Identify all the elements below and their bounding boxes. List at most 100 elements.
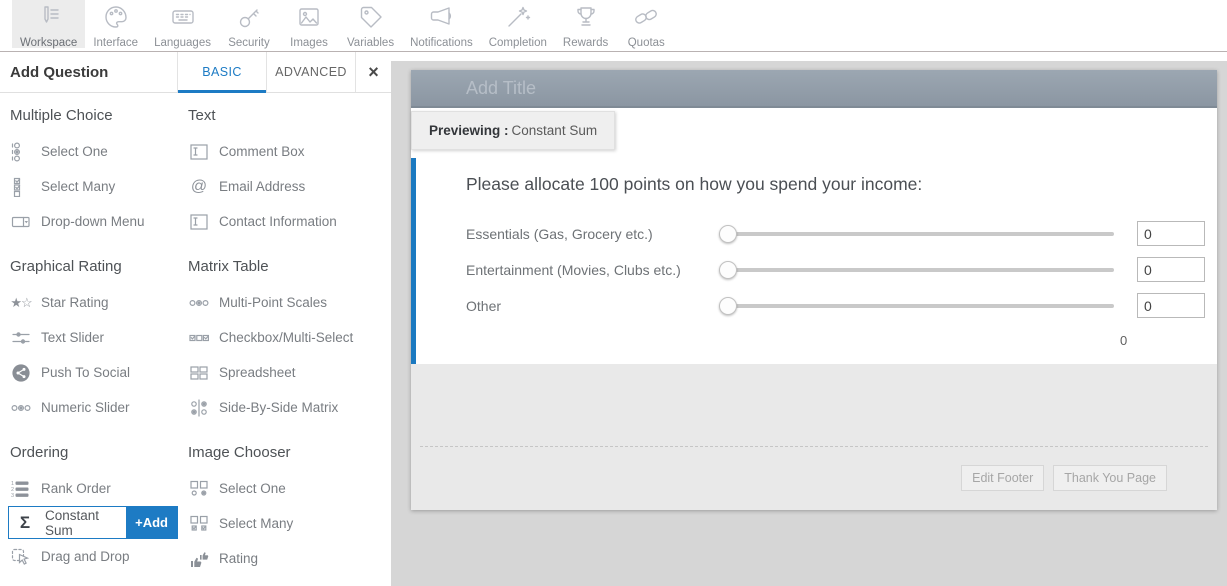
toolbar-item-security[interactable]: Security: [219, 0, 279, 48]
thumbs-rating-icon: [188, 549, 210, 569]
slider-track[interactable]: [719, 297, 1114, 315]
slider-thumb[interactable]: [719, 225, 737, 243]
question-type-spreadsheet[interactable]: Spreadsheet: [186, 355, 391, 390]
tab-advanced[interactable]: ADVANCED: [266, 52, 355, 92]
toolbar-item-variables[interactable]: Variables: [339, 0, 402, 48]
survey-card: Add Title Previewing :Constant Sum Pleas…: [411, 70, 1217, 510]
toolbar-item-label: Workspace: [20, 37, 77, 49]
question-type-multi-point-scales[interactable]: Multi-Point Scales: [186, 285, 391, 320]
question-type-label: Checkbox/Multi-Select: [219, 330, 353, 345]
question-type-checkbox-multi-select[interactable]: Checkbox/Multi-Select: [186, 320, 391, 355]
thank-you-page-button[interactable]: Thank You Page: [1053, 465, 1167, 491]
question-type-star-rating[interactable]: ★☆ Star Rating: [8, 285, 184, 320]
section-image-chooser: Image Chooser Select One Select Many Rat…: [186, 444, 391, 576]
question-type-constant-sum-selected[interactable]: Σ Constant Sum +Add: [8, 506, 178, 539]
toolbar-item-workspace[interactable]: Workspace: [12, 0, 85, 48]
toolbar-item-languages[interactable]: Languages: [146, 0, 219, 48]
question-type-side-by-side-matrix[interactable]: Side-By-Side Matrix: [186, 390, 391, 425]
survey-card-footer: Edit Footer Thank You Page: [411, 364, 1217, 510]
toolbar-item-rewards[interactable]: Rewards: [555, 0, 616, 48]
rewards-icon: [573, 4, 599, 35]
question-type-label: Multi-Point Scales: [219, 295, 327, 310]
select-many-icon: [10, 177, 32, 197]
question-type-drag-and-drop[interactable]: Drag and Drop: [8, 539, 184, 574]
toolbar-item-notifications[interactable]: Notifications: [402, 0, 481, 48]
slider-track[interactable]: [719, 225, 1114, 243]
question-type-email-address[interactable]: @ Email Address: [186, 169, 391, 204]
edit-footer-button[interactable]: Edit Footer: [961, 465, 1044, 491]
previewing-label: Previewing :: [429, 123, 509, 138]
survey-card-body: Previewing :Constant Sum Please allocate…: [411, 108, 1217, 364]
question-row: Essentials (Gas, Grocery etc.): [466, 221, 1205, 246]
question-type-comment-box[interactable]: Comment Box: [186, 134, 391, 169]
comment-box-icon: [188, 142, 210, 162]
survey-title-bar[interactable]: Add Title: [411, 70, 1217, 108]
question-type-numeric-slider[interactable]: Numeric Slider: [8, 390, 184, 425]
numeric-slider-icon: [10, 398, 32, 418]
star-rating-icon: ★☆: [10, 293, 32, 313]
canvas-top-strip: [391, 52, 1227, 61]
dropdown-menu-icon: [10, 212, 32, 232]
rank-order-icon: 123: [10, 479, 32, 499]
points-input[interactable]: [1137, 221, 1205, 246]
section-heading: Text: [188, 107, 391, 124]
question-type-rank-order[interactable]: 123 Rank Order: [8, 471, 184, 506]
add-question-button[interactable]: +Add: [126, 507, 177, 538]
variables-icon: [358, 4, 384, 35]
row-label: Entertainment (Movies, Clubs etc.): [466, 262, 719, 278]
section-matrix-table: Matrix Table Multi-Point Scales Checkbox…: [186, 258, 391, 425]
toolbar-item-images[interactable]: Images: [279, 0, 339, 48]
constant-sum-question: Please allocate 100 points on how you sp…: [411, 158, 1217, 364]
languages-icon: [170, 4, 196, 35]
toolbar-item-interface[interactable]: Interface: [85, 0, 146, 48]
question-type-label: Drop-down Menu: [41, 214, 145, 229]
question-type-image-select-many[interactable]: Select Many: [186, 506, 391, 541]
question-type-label: Drag and Drop: [41, 549, 130, 564]
tab-basic[interactable]: BASIC: [177, 52, 266, 92]
toolbar-item-label: Languages: [154, 37, 211, 49]
close-icon[interactable]: ×: [355, 52, 391, 92]
question-type-label: Text Slider: [41, 330, 104, 345]
points-input[interactable]: [1137, 257, 1205, 282]
question-type-contact-information[interactable]: Contact Information: [186, 204, 391, 239]
question-type-text-slider[interactable]: Text Slider: [8, 320, 184, 355]
security-icon: [236, 4, 262, 35]
workspace-icon: [36, 4, 62, 35]
question-row: Other: [466, 293, 1205, 318]
panel-title: Add Question: [0, 52, 177, 92]
image-select-many-icon: [188, 514, 210, 534]
question-type-push-to-social[interactable]: Push To Social: [8, 355, 184, 390]
question-type-list: Multiple Choice Select One Select Many D…: [0, 93, 391, 586]
quotas-icon: [633, 4, 659, 35]
points-input[interactable]: [1137, 293, 1205, 318]
slider-thumb[interactable]: [719, 261, 737, 279]
question-type-image-select-one[interactable]: Select One: [186, 471, 391, 506]
add-title-placeholder: Add Title: [466, 78, 536, 99]
toolbar-item-quotas[interactable]: Quotas: [616, 0, 676, 48]
toolbar-item-label: Security: [228, 37, 270, 49]
total-row: 0: [466, 329, 1205, 348]
toolbar-item-label: Completion: [489, 37, 547, 49]
toolbar-item-completion[interactable]: Completion: [481, 0, 555, 48]
footer-buttons: Edit Footer Thank You Page: [961, 465, 1167, 491]
question-type-image-rating[interactable]: Rating: [186, 541, 391, 576]
sigma-icon: Σ: [14, 513, 36, 533]
slider-thumb[interactable]: [719, 297, 737, 315]
question-type-dropdown-menu[interactable]: Drop-down Menu: [8, 204, 184, 239]
question-type-select-one[interactable]: Select One: [8, 134, 184, 169]
survey-builder-app: Workspace Interface Languages Security I…: [0, 0, 1227, 586]
survey-canvas: Add Title Previewing :Constant Sum Pleas…: [391, 52, 1227, 586]
section-multiple-choice: Multiple Choice Select One Select Many D…: [8, 107, 184, 239]
question-type-label: Email Address: [219, 179, 305, 194]
section-heading: Multiple Choice: [10, 107, 184, 124]
svg-text:3: 3: [11, 493, 14, 499]
slider-track[interactable]: [719, 261, 1114, 279]
select-one-icon: [10, 142, 32, 162]
question-type-select-many[interactable]: Select Many: [8, 169, 184, 204]
image-select-one-icon: [188, 479, 210, 499]
add-question-panel: Add Question BASIC ADVANCED × Multiple C…: [0, 52, 391, 586]
contact-info-icon: [188, 212, 210, 232]
interface-icon: [103, 4, 129, 35]
email-icon: @: [188, 177, 210, 197]
spreadsheet-icon: [188, 363, 210, 383]
